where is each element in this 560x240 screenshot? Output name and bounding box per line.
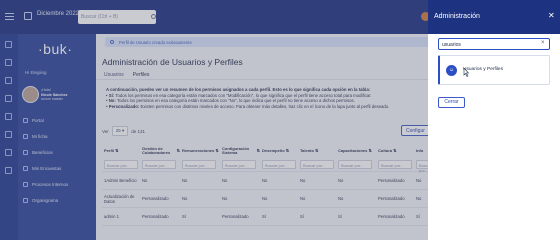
close-panel-button[interactable]: Cerrar bbox=[438, 97, 465, 108]
hand-cursor-icon bbox=[463, 68, 469, 77]
admin-search-input[interactable]: usuarios bbox=[438, 38, 550, 50]
modal-backdrop[interactable] bbox=[0, 0, 428, 240]
users-icon: ☺ bbox=[446, 65, 457, 76]
close-icon[interactable]: ✕ bbox=[548, 11, 555, 20]
admin-panel: Administración ✕ bbox=[428, 0, 560, 240]
search-result-item[interactable]: ☺ Usuarios y Perfiles bbox=[438, 55, 550, 85]
admin-panel-header: Administración ✕ bbox=[428, 0, 560, 34]
clear-search-icon[interactable]: × bbox=[541, 40, 545, 46]
admin-panel-title: Administración bbox=[434, 13, 480, 20]
search-result-label: Usuarios y Perfiles bbox=[463, 67, 503, 72]
